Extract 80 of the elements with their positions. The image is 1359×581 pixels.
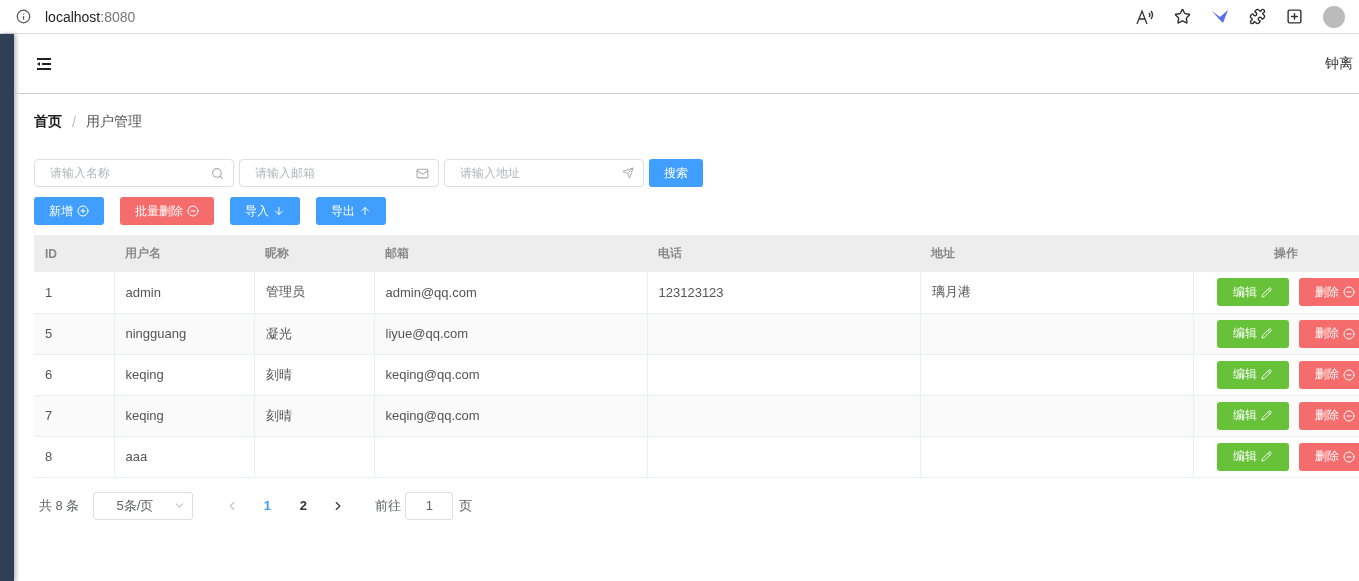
- search-field[interactable]: 请输入名称: [34, 159, 234, 187]
- table-cell: keqing@qq.com: [385, 408, 480, 423]
- edit-button[interactable]: 编辑: [1216, 360, 1289, 389]
- column-header: 地址: [931, 246, 955, 260]
- minus-circle-icon: [1342, 286, 1355, 299]
- table-cell: liyue@qq.com: [385, 326, 469, 341]
- action-button[interactable]: 导入: [230, 197, 300, 225]
- search-button[interactable]: 搜索: [649, 159, 703, 187]
- column-header: 电话: [658, 246, 682, 260]
- column-header: 操作: [1274, 246, 1298, 260]
- table-cell: admin@qq.com: [385, 284, 477, 300]
- edit-button[interactable]: 编辑: [1216, 319, 1289, 348]
- page-unit-label: 页: [459, 496, 473, 515]
- column-header: ID: [45, 246, 57, 261]
- table-cell: 凝光: [265, 325, 292, 341]
- pencil-icon: [1261, 328, 1272, 339]
- minus-circle-icon: [1342, 409, 1355, 422]
- delete-button[interactable]: 删除: [1298, 401, 1359, 430]
- table-cell: keqing: [125, 367, 164, 382]
- table-cell: 5: [45, 326, 53, 341]
- table-cell: 6: [45, 367, 53, 382]
- read-aloud-icon[interactable]: [1136, 8, 1154, 25]
- pencil-icon: [1261, 369, 1272, 380]
- table-cell: 刻晴: [265, 366, 292, 382]
- table-cell: 8: [45, 449, 53, 464]
- paper-plane-icon: [622, 167, 634, 179]
- pencil-icon: [1261, 451, 1272, 462]
- arrow-down-icon: [273, 205, 285, 217]
- delete-button[interactable]: 删除: [1298, 360, 1359, 389]
- edit-button[interactable]: 编辑: [1216, 278, 1289, 307]
- table-cell: aaa: [125, 449, 148, 464]
- edit-button[interactable]: 编辑: [1216, 442, 1289, 471]
- delete-button[interactable]: 删除: [1298, 278, 1359, 307]
- user-name[interactable]: 钟离: [1325, 54, 1353, 73]
- search-field[interactable]: 请输入邮箱: [239, 159, 439, 187]
- address-bar[interactable]: localhost:8080: [45, 8, 1122, 25]
- total-count: 共 8 条: [39, 496, 80, 515]
- minus-circle-icon: [1342, 327, 1355, 340]
- breadcrumb-item: 用户管理: [85, 113, 142, 131]
- arrow-up-icon: [359, 205, 371, 217]
- minus-circle-icon: [187, 205, 199, 217]
- action-button[interactable]: 批量删除: [120, 197, 214, 225]
- delete-button[interactable]: 删除: [1298, 442, 1359, 471]
- pencil-icon: [1261, 410, 1272, 421]
- breadcrumb-item[interactable]: 首页: [34, 113, 62, 131]
- table-cell: keqing: [125, 408, 164, 423]
- column-header: 邮箱: [385, 246, 409, 260]
- action-button[interactable]: 导出: [316, 197, 386, 225]
- minus-circle-icon: [1342, 450, 1355, 463]
- search-icon: [211, 167, 224, 180]
- info-icon[interactable]: [16, 9, 31, 24]
- search-field[interactable]: 请输入地址: [444, 159, 644, 187]
- column-header: 用户名: [125, 246, 161, 260]
- table-cell: ningguang: [125, 326, 187, 341]
- table-cell: admin: [125, 284, 161, 300]
- minus-circle-icon: [1342, 368, 1355, 381]
- table-cell: 刻晴: [265, 407, 292, 423]
- favorite-star-icon[interactable]: [1174, 8, 1191, 25]
- pencil-icon: [1261, 286, 1272, 298]
- edit-button[interactable]: 编辑: [1216, 401, 1289, 430]
- plus-circle-icon: [77, 205, 89, 217]
- delete-button[interactable]: 删除: [1298, 319, 1359, 348]
- table-cell: keqing@qq.com: [385, 367, 480, 382]
- goto-label: 前往: [375, 496, 402, 515]
- page-number[interactable]: 1: [249, 498, 286, 513]
- goto-page-field[interactable]: 1: [405, 491, 454, 520]
- table-cell: 7: [45, 408, 53, 423]
- extensions-icon[interactable]: [1249, 8, 1266, 25]
- menu-icon[interactable]: [36, 56, 52, 71]
- table-cell: 123123123: [658, 284, 724, 300]
- column-header: 昵称: [265, 246, 289, 260]
- table-cell: 管理员: [265, 284, 305, 300]
- action-button[interactable]: 新增: [34, 197, 104, 225]
- table-cell: 璃月港: [931, 284, 971, 300]
- table-cell: 1: [45, 284, 53, 300]
- mail-icon: [416, 167, 429, 180]
- page-size-select[interactable]: 5条/页: [93, 491, 194, 520]
- breadcrumb-separator: /: [72, 114, 76, 130]
- collections-icon[interactable]: [1286, 8, 1303, 25]
- page-number[interactable]: 2: [285, 498, 322, 513]
